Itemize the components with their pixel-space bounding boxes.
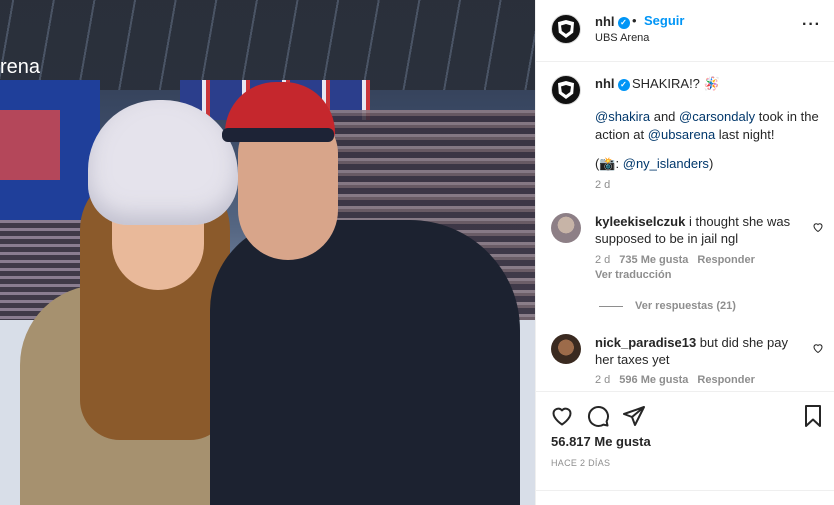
post-actions: 56.817 Me gusta HACE 2 DÍAS — [536, 391, 834, 505]
replies-line — [599, 305, 623, 307]
header-username-text[interactable]: nhl — [595, 14, 615, 29]
mention-shakira[interactable]: @shakira — [595, 109, 650, 124]
comment-text: kyleekiselczuk i thought she was suppose… — [595, 213, 800, 247]
view-replies-button[interactable]: Ver respuestas (21) — [599, 300, 736, 312]
like-heart-icon[interactable] — [550, 404, 574, 428]
caption-headline: SHAKIRA!? 🪅 — [632, 76, 720, 91]
credit-prefix: (📸: — [595, 156, 623, 171]
follow-button[interactable]: Seguir — [644, 13, 684, 28]
photo-credit: (📸: @ny_islanders) — [595, 156, 713, 172]
caption-username[interactable]: nhl ✓ — [595, 76, 630, 91]
post-photo[interactable]: rena — [0, 0, 535, 505]
heart-outline-icon — [813, 344, 823, 354]
reply-button[interactable]: Responder — [697, 254, 754, 266]
heart-outline-icon — [813, 223, 823, 233]
post-time-ago[interactable]: HACE 2 DÍAS — [551, 458, 610, 468]
post-sidebar: nhl ✓ • Seguir UBS Arena ··· nhl ✓ SHAKIRA… — [535, 0, 834, 505]
comment-bubble-icon[interactable] — [586, 404, 610, 428]
verified-icon: ✓ — [617, 78, 630, 91]
nhl-shield-icon — [558, 20, 574, 38]
comment-username[interactable]: kyleekiselczuk — [595, 214, 685, 229]
caption-and: and — [650, 109, 680, 124]
comment-like-icon[interactable] — [812, 221, 824, 236]
comment-time[interactable]: 2 d — [595, 254, 610, 266]
comment-username[interactable]: nick_paradise13 — [595, 335, 696, 350]
see-translation-link[interactable]: Ver traducción — [595, 269, 671, 281]
credit-suffix: ) — [708, 156, 714, 171]
flag-graphic — [0, 110, 60, 180]
divider — [536, 490, 834, 491]
arena-sign-text: rena — [0, 56, 41, 78]
location-link[interactable]: UBS Arena — [595, 32, 649, 44]
comment-avatar[interactable] — [551, 213, 581, 243]
arena-roof — [0, 0, 535, 90]
reply-button[interactable]: Responder — [697, 374, 754, 386]
caption-body: @shakira and @carsondaly took in the act… — [595, 108, 820, 144]
caption-rest-2: last night! — [715, 127, 775, 142]
header-separator: • — [632, 13, 637, 28]
comment-time[interactable]: 2 d — [595, 374, 610, 386]
header-username[interactable]: nhl ✓ — [595, 14, 630, 29]
caption-avatar[interactable] — [551, 75, 581, 105]
mention-ny-islanders[interactable]: @ny_islanders — [623, 156, 709, 171]
post-header: nhl ✓ • Seguir UBS Arena ··· — [536, 0, 834, 62]
nhl-logo-avatar[interactable] — [551, 14, 581, 44]
mention-ubsarena[interactable]: @ubsarena — [648, 127, 715, 142]
nhl-shield-icon — [558, 81, 574, 99]
man-cap-brim — [222, 128, 334, 142]
post-likes-count[interactable]: 56.817 Me gusta — [551, 434, 651, 449]
comment-avatar[interactable] — [551, 334, 581, 364]
verified-icon: ✓ — [617, 16, 630, 29]
share-paper-plane-icon[interactable] — [622, 404, 646, 428]
view-replies-label[interactable]: Ver respuestas (21) — [635, 300, 736, 312]
comment-meta: 2 d 735 Me gusta Responder — [595, 254, 764, 266]
comment-text: nick_paradise13 but did she pay her taxe… — [595, 334, 800, 368]
comment-likes[interactable]: 735 Me gusta — [619, 254, 688, 266]
arena-video-board — [0, 80, 100, 220]
mention-carsondaly[interactable]: @carsondaly — [679, 109, 755, 124]
comment-likes[interactable]: 596 Me gusta — [619, 374, 688, 386]
caption-time[interactable]: 2 d — [595, 179, 610, 191]
man-jacket — [210, 220, 520, 505]
save-bookmark-icon[interactable] — [801, 404, 825, 428]
comment-like-icon[interactable] — [812, 342, 824, 357]
more-options-icon[interactable]: ··· — [802, 17, 821, 33]
caption-username-text[interactable]: nhl — [595, 76, 615, 91]
comment-meta: 2 d 596 Me gusta Responder — [595, 374, 764, 386]
